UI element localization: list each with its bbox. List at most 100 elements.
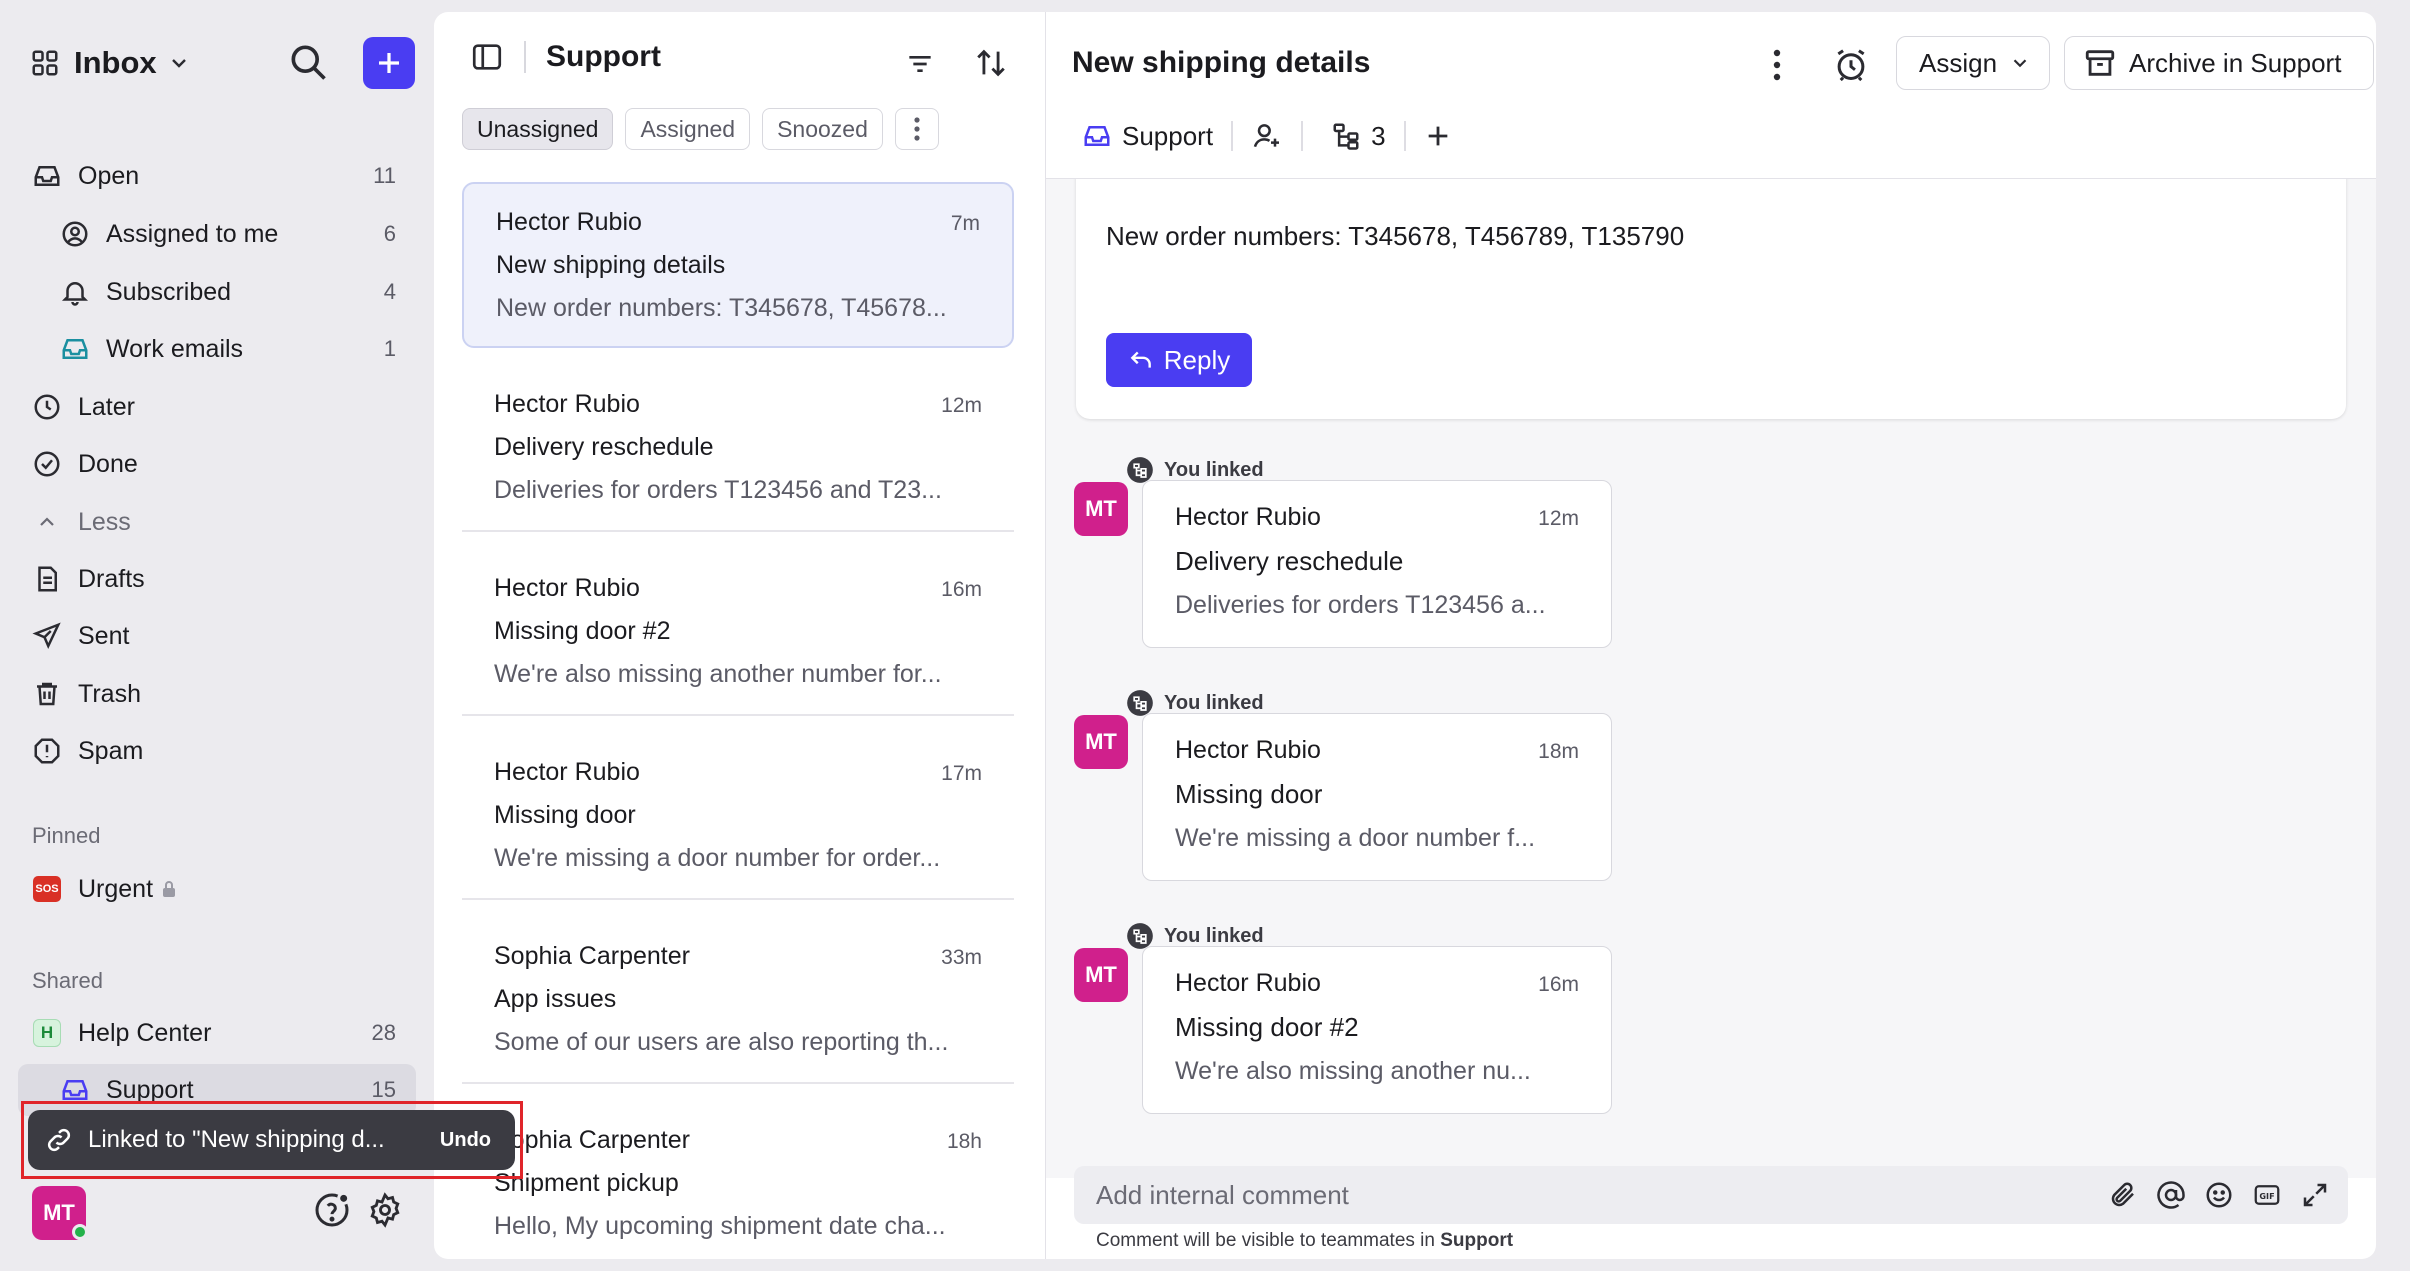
- sidebar-item-label: Later: [78, 392, 135, 421]
- conv-subject: Shipment pickup: [494, 1169, 679, 1197]
- clock-icon: [30, 392, 64, 422]
- sidebar-item-urgent[interactable]: SOS Urgent: [18, 863, 416, 915]
- bell-icon: [58, 277, 92, 307]
- reply-button[interactable]: Reply: [1106, 333, 1252, 387]
- snooze-alarm-icon[interactable]: [1832, 46, 1870, 84]
- add-tag-icon[interactable]: [1424, 122, 1452, 150]
- sidebar-item-sent[interactable]: Sent: [18, 610, 416, 662]
- inbox-tray-icon: [58, 334, 92, 364]
- conv-subject: Delivery reschedule: [494, 433, 714, 461]
- online-status-dot: [72, 1224, 88, 1240]
- comment-input[interactable]: Add internal comment GIF: [1074, 1166, 2348, 1224]
- h-badge: H: [33, 1019, 61, 1047]
- header-divider: [524, 41, 526, 73]
- conversation-title: New shipping details: [1072, 46, 1371, 79]
- sidebar-toggle-icon[interactable]: [470, 40, 504, 74]
- add-assignee-icon[interactable]: [1251, 120, 1283, 152]
- undo-button[interactable]: Undo: [440, 1129, 491, 1152]
- comment-tools: GIF: [2108, 1180, 2330, 1210]
- linked-conversations[interactable]: 3: [1321, 120, 1386, 152]
- tab-snoozed[interactable]: Snoozed: [762, 108, 883, 150]
- sidebar-item-later[interactable]: Later: [18, 381, 416, 433]
- compose-button[interactable]: [363, 37, 415, 89]
- pinned-header: Pinned: [32, 823, 101, 848]
- sidebar-item-count: 15: [371, 1077, 396, 1102]
- inbox-switcher[interactable]: Inbox: [30, 38, 191, 88]
- conv-sender: Hector Rubio: [494, 390, 640, 418]
- help-center-icon: H: [30, 1019, 64, 1047]
- sidebar-item-label: Support: [106, 1075, 194, 1104]
- linked-conversation-card[interactable]: Hector Rubio 12m Delivery reschedule Deli…: [1142, 480, 1612, 648]
- conv-time: 16m: [941, 578, 982, 601]
- linked-sender: Hector Rubio: [1175, 503, 1321, 531]
- mention-icon[interactable]: [2156, 1180, 2186, 1210]
- linked-toast: Linked to "New shipping d... Undo: [28, 1110, 515, 1170]
- sos-badge: SOS: [33, 876, 61, 902]
- trash-icon: [30, 679, 64, 709]
- gear-icon[interactable]: [367, 1192, 403, 1228]
- sidebar-item-assigned-to-me[interactable]: Assigned to me 6: [18, 208, 416, 260]
- linked-conversation-card[interactable]: Hector Rubio 16m Missing door #2 We're al…: [1142, 946, 1612, 1114]
- more-options-icon[interactable]: [1772, 48, 1782, 82]
- list-item[interactable]: Hector Rubio 16m Missing door #2 We're al…: [462, 550, 1014, 716]
- tab-assigned[interactable]: Assigned: [625, 108, 751, 150]
- sidebar-item-done[interactable]: Done: [18, 438, 416, 490]
- sidebar-item-less[interactable]: Less: [18, 496, 416, 548]
- assign-button[interactable]: Assign: [1896, 36, 2050, 90]
- linked-preview: We're also missing another nu...: [1175, 1057, 1531, 1085]
- inbox-title: Inbox: [74, 45, 157, 80]
- sidebar-item-work-emails[interactable]: Work emails 1: [18, 323, 416, 375]
- more-tabs-button[interactable]: [894, 108, 939, 150]
- sidebar-item-support[interactable]: Support 15: [18, 1064, 416, 1116]
- sidebar-item-open[interactable]: Open 11: [18, 150, 416, 202]
- linked-count: 3: [1371, 120, 1386, 151]
- emoji-icon[interactable]: [2204, 1180, 2234, 1210]
- meta-divider: [1231, 121, 1234, 151]
- assign-label: Assign: [1919, 47, 1998, 78]
- conversation-thread[interactable]: New order numbers: T345678, T456789, T13…: [1046, 178, 2376, 1178]
- linked-event: You linked MT Hector Rubio 18m Missing do…: [1046, 689, 1746, 899]
- linked-preview: We're missing a door number f...: [1175, 824, 1536, 852]
- filter-icon[interactable]: [904, 48, 936, 80]
- linked-conversation-card[interactable]: Hector Rubio 18m Missing door We're missi…: [1142, 713, 1612, 881]
- tab-unassigned[interactable]: Unassigned: [462, 108, 614, 150]
- grid-icon: [30, 48, 60, 78]
- sidebar-item-count: 28: [371, 1020, 396, 1045]
- list-title: Support: [546, 40, 661, 73]
- svg-text:GIF: GIF: [2259, 1191, 2274, 1201]
- expand-icon[interactable]: [2300, 1180, 2330, 1210]
- sidebar-item-drafts[interactable]: Drafts: [18, 553, 416, 605]
- list-item[interactable]: Hector Rubio 7m New shipping details New …: [462, 182, 1014, 348]
- reply-label: Reply: [1163, 344, 1231, 375]
- list-item[interactable]: Hector Rubio 17m Missing door We're missi…: [462, 734, 1014, 900]
- linked-time: 12m: [1538, 507, 1579, 530]
- lock-icon: [161, 880, 177, 898]
- conv-time: 12m: [941, 394, 982, 417]
- conv-preview: Some of our users are also reporting th.…: [494, 1028, 949, 1056]
- filter-tabs: Unassigned Assigned Snoozed: [462, 108, 939, 150]
- attachment-icon[interactable]: [2108, 1180, 2138, 1210]
- archive-icon: [2083, 46, 2117, 80]
- list-item[interactable]: Hector Rubio 12m Delivery reschedule Deli…: [462, 366, 1014, 532]
- linked-event: You linked MT Hector Rubio 12m Delivery r…: [1046, 456, 1746, 666]
- sidebar-item-label: Spam: [78, 736, 144, 765]
- conv-subject: New shipping details: [496, 251, 726, 279]
- sidebar-item-spam[interactable]: Spam: [18, 725, 416, 777]
- linked-event-label: You linked: [1164, 458, 1264, 481]
- list-item[interactable]: Sophia Carpenter 33m App issues Some of o…: [462, 918, 1014, 1084]
- inbox-tag[interactable]: Support: [1072, 121, 1213, 152]
- list-item[interactable]: Sophia Carpenter 18h Shipment pickup Hell…: [462, 1102, 1014, 1259]
- help-icon[interactable]: [312, 1190, 352, 1230]
- user-circle-icon: [58, 219, 92, 249]
- sidebar-item-trash[interactable]: Trash: [18, 668, 416, 720]
- sidebar-item-help-center[interactable]: H Help Center 28: [18, 1007, 416, 1059]
- avatar: MT: [1074, 482, 1128, 536]
- linked-subject: Missing door: [1175, 779, 1323, 809]
- linked-event-label: You linked: [1164, 924, 1264, 947]
- gif-icon[interactable]: GIF: [2252, 1180, 2282, 1210]
- sort-icon[interactable]: [974, 46, 1008, 80]
- archive-button[interactable]: Archive in Support: [2064, 36, 2374, 90]
- sidebar-item-subscribed[interactable]: Subscribed 4: [18, 266, 416, 318]
- sidebar-item-count: 1: [383, 336, 396, 361]
- search-icon[interactable]: [286, 40, 330, 84]
